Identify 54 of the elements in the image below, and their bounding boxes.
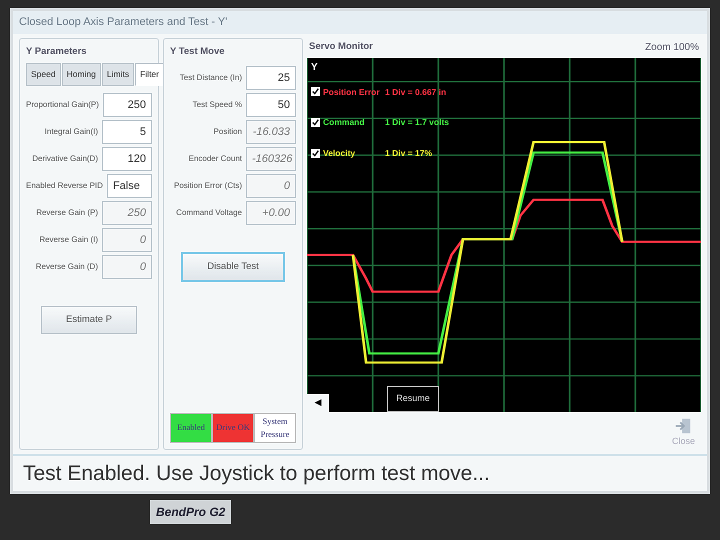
- checkbox[interactable]: [311, 87, 320, 96]
- field-label: Enabled Reverse PID: [26, 180, 103, 192]
- resume-button[interactable]: Resume: [387, 386, 439, 412]
- field-label: Reverse Gain (D): [36, 260, 98, 272]
- input-field: -160326: [246, 146, 296, 171]
- input-field[interactable]: 25: [246, 66, 296, 90]
- field-label: Command Voltage: [176, 206, 242, 219]
- scale-label: 1 Div = 17%: [385, 147, 432, 160]
- brand-label: BendPro G2: [150, 500, 232, 524]
- legend-label: Command: [323, 116, 366, 129]
- field-label: Reverse Gain (I): [39, 234, 98, 246]
- field-label: Integral Gain(I): [44, 126, 98, 138]
- tab[interactable]: Homing: [62, 62, 101, 86]
- input-field: -16.033: [246, 120, 296, 144]
- input-field: 0: [246, 174, 296, 198]
- legend-label: Position Error: [323, 86, 381, 98]
- back-button[interactable]: ◀: [307, 394, 329, 412]
- checkbox[interactable]: [311, 148, 320, 158]
- zoom-label: Zoom 100%: [645, 40, 699, 54]
- field-label: Encoder Count: [188, 152, 242, 165]
- input-field: 0: [102, 228, 152, 252]
- input-field[interactable]: 5: [102, 120, 152, 144]
- input-field[interactable]: False: [106, 174, 152, 198]
- legend-label: Velocity: [323, 147, 356, 160]
- tab[interactable]: Limits: [102, 62, 134, 86]
- scale-label: 1 Div = 1.7 volts: [385, 116, 450, 129]
- tab[interactable]: Filter: [135, 62, 164, 86]
- panel-title: Y Test Move: [170, 44, 226, 58]
- field-label: Proportional Gain(P): [26, 98, 99, 110]
- status-indicator: Enabled: [170, 412, 212, 442]
- field-label: Derivative Gain(D): [32, 152, 98, 164]
- disable-test-button[interactable]: Disable Test: [181, 252, 285, 282]
- input-field[interactable]: 50: [246, 92, 296, 117]
- field-label: Position Error (Cts): [174, 180, 242, 192]
- panel-title: Y Parameters: [26, 44, 88, 58]
- scale-label: 1 Div = 0.667 in: [385, 86, 446, 98]
- field-label: Test Distance (In): [180, 72, 242, 84]
- input-field: 250: [102, 200, 152, 224]
- tab[interactable]: Speed: [26, 62, 61, 86]
- monitor-title: Servo Monitor: [309, 40, 373, 54]
- input-field: 0: [102, 254, 152, 278]
- input-field[interactable]: 250: [102, 92, 152, 116]
- exit-icon: [674, 417, 692, 435]
- field-label: Test Speed %: [192, 98, 242, 111]
- status-indicator: System Pressure: [254, 412, 296, 442]
- window-title: Closed Loop Axis Parameters and Test - Y': [13, 11, 707, 34]
- field-label: Reverse Gain (P): [36, 206, 98, 218]
- checkbox[interactable]: [311, 118, 320, 128]
- field-label: Position: [214, 126, 242, 138]
- input-field[interactable]: 120: [102, 146, 152, 170]
- axis-label: Y: [311, 60, 318, 74]
- status-indicator: Drive OK: [212, 412, 254, 442]
- input-field: +0.00: [246, 200, 296, 225]
- estimate-button[interactable]: Estimate P: [41, 306, 137, 334]
